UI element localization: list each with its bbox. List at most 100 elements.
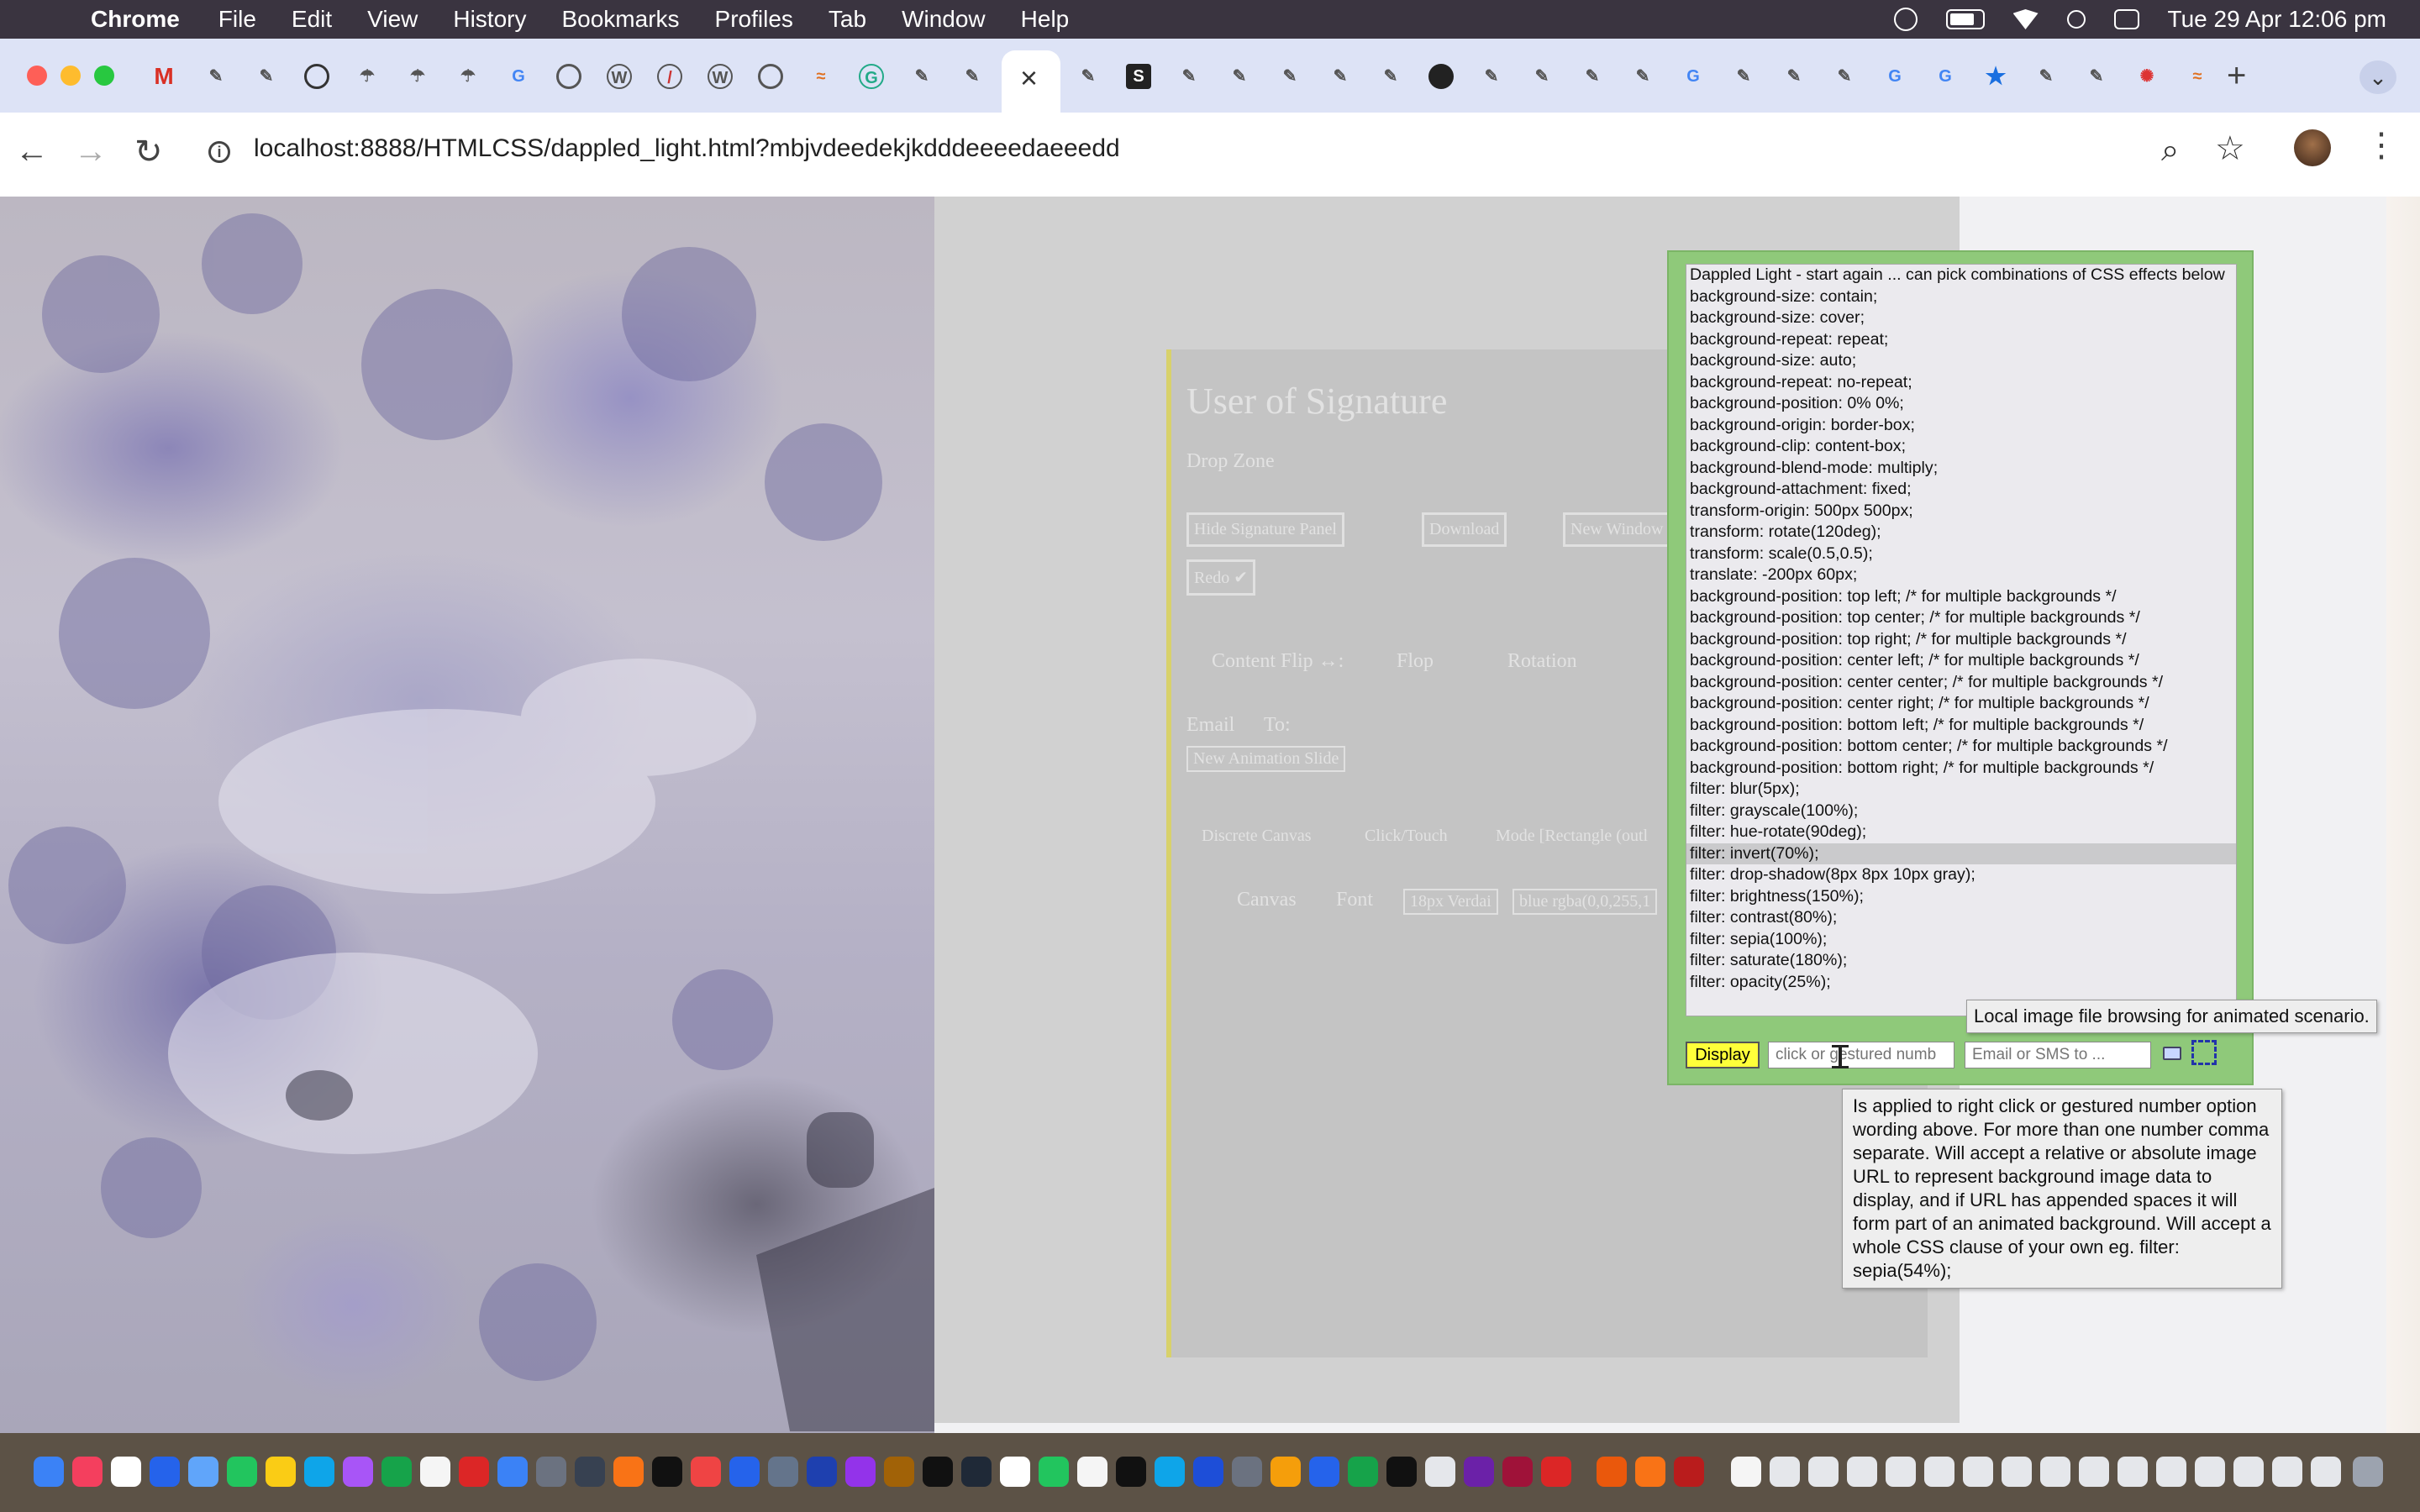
tab-favicon-icon[interactable]: ✎	[2084, 64, 2109, 89]
css-effects-select-list[interactable]: Dappled Light - start again ... can pick…	[1686, 264, 2237, 1016]
window-thumbnail-icon[interactable]	[2040, 1457, 2070, 1487]
facetime-icon[interactable]	[381, 1457, 412, 1487]
mail-icon[interactable]	[188, 1457, 218, 1487]
safari-icon[interactable]	[150, 1457, 180, 1487]
terminal-icon[interactable]	[923, 1457, 953, 1487]
tab-favicon-icon[interactable]: ✎	[1176, 64, 1202, 89]
effect-option[interactable]: background-position: bottom right; /* fo…	[1686, 758, 2236, 780]
effect-option[interactable]: filter: hue-rotate(90deg);	[1686, 822, 2236, 843]
calendar-icon[interactable]	[1000, 1457, 1030, 1487]
wikipedia-tab-icon[interactable]: W	[607, 64, 632, 89]
effect-option[interactable]: background-origin: border-box;	[1686, 415, 2236, 437]
tab-favicon-icon[interactable]: ≈	[2185, 64, 2210, 89]
app-icon[interactable]	[1386, 1457, 1417, 1487]
effect-option[interactable]: transform: scale(0.5,0.5);	[1686, 543, 2236, 565]
tab-favicon-icon[interactable]: ✎	[960, 64, 985, 89]
tab-favicon-icon[interactable]: /	[657, 64, 682, 89]
trash-icon[interactable]	[2353, 1457, 2383, 1487]
tab-favicon-icon[interactable]: ✎	[1076, 64, 1101, 89]
effect-option[interactable]: filter: saturate(180%);	[1686, 950, 2236, 972]
effect-option[interactable]: background-size: auto;	[1686, 350, 2236, 372]
wordpress-tab-icon[interactable]	[304, 64, 329, 89]
effect-option[interactable]: background-position: center left; /* for…	[1686, 650, 2236, 672]
menu-profiles[interactable]: Profiles	[715, 6, 793, 33]
tab-favicon-icon[interactable]: ✎	[909, 64, 934, 89]
tab-favicon-icon[interactable]: ✎	[203, 64, 229, 89]
app-icon[interactable]	[1674, 1457, 1704, 1487]
effect-option[interactable]: background-blend-mode: multiply;	[1686, 458, 2236, 480]
opera-icon[interactable]	[1541, 1457, 1571, 1487]
menu-file[interactable]: File	[218, 6, 256, 33]
new-tab-button[interactable]: +	[2227, 57, 2246, 95]
window-thumbnail-icon[interactable]	[1847, 1457, 1877, 1487]
effect-option[interactable]: background-size: contain;	[1686, 286, 2236, 308]
reload-icon[interactable]: ↻	[134, 133, 163, 171]
document-icon[interactable]	[1077, 1457, 1107, 1487]
app-icon[interactable]	[1193, 1457, 1223, 1487]
menu-bookmarks[interactable]: Bookmarks	[561, 6, 679, 33]
notes-icon[interactable]	[266, 1457, 296, 1487]
bookmark-star-icon[interactable]: ☆	[2215, 129, 2245, 168]
effect-option[interactable]: background-repeat: no-repeat;	[1686, 372, 2236, 394]
google-tab-icon[interactable]: G	[1681, 64, 1706, 89]
zoom-window-button[interactable]	[94, 66, 114, 86]
effect-option[interactable]: filter: blur(5px);	[1686, 779, 2236, 801]
app-icon[interactable]	[1232, 1457, 1262, 1487]
battery-icon[interactable]	[1945, 9, 1985, 29]
finder-icon[interactable]	[34, 1457, 64, 1487]
effect-option[interactable]: background-attachment: fixed;	[1686, 479, 2236, 501]
menu-tab[interactable]: Tab	[829, 6, 866, 33]
utility-icon[interactable]	[575, 1457, 605, 1487]
tab-favicon-icon[interactable]: ✺	[2134, 64, 2160, 89]
email-or-sms-input[interactable]	[1965, 1042, 2151, 1068]
app-icon[interactable]	[884, 1457, 914, 1487]
app-icon[interactable]	[1270, 1457, 1301, 1487]
music-icon[interactable]	[72, 1457, 103, 1487]
window-thumbnail-icon[interactable]	[1924, 1457, 1954, 1487]
effect-option[interactable]: background-position: top right; /* for m…	[1686, 629, 2236, 651]
selection-area-icon[interactable]	[2191, 1040, 2217, 1065]
effect-option[interactable]: background-position: top left; /* for mu…	[1686, 586, 2236, 608]
effect-option[interactable]: filter: brightness(150%);	[1686, 886, 2236, 908]
active-tab[interactable]: ×	[1002, 50, 1060, 113]
wikipedia-tab-icon[interactable]: W	[708, 64, 733, 89]
app-icon[interactable]	[1502, 1457, 1533, 1487]
tab-favicon-icon[interactable]: ✎	[1529, 64, 1555, 89]
effect-option[interactable]: filter: grayscale(100%);	[1686, 801, 2236, 822]
effect-option[interactable]: translate: -200px 60px;	[1686, 564, 2236, 586]
display-button[interactable]: Display	[1686, 1042, 1760, 1068]
media-play-icon[interactable]	[1893, 8, 1918, 31]
forward-arrow-icon[interactable]: →	[74, 133, 108, 171]
effect-option[interactable]: Dappled Light - start again ... can pick…	[1686, 265, 2236, 286]
filezilla-icon[interactable]	[459, 1457, 489, 1487]
google-tab-icon[interactable]: G	[1882, 64, 1907, 89]
books-icon[interactable]	[1597, 1457, 1627, 1487]
window-thumbnail-icon[interactable]	[1886, 1457, 1916, 1487]
app-icon[interactable]	[1155, 1457, 1185, 1487]
window-thumbnail-icon[interactable]	[1770, 1457, 1800, 1487]
app-icon[interactable]	[729, 1457, 760, 1487]
tab-favicon-icon[interactable]: ✎	[2033, 64, 2059, 89]
address-bar[interactable]: localhost:8888/HTMLCSS/dappled_light.htm…	[254, 134, 1120, 163]
menu-history[interactable]: History	[453, 6, 526, 33]
gmail-tab-icon[interactable]: M	[151, 64, 176, 89]
star-tab-icon[interactable]: ★	[1983, 64, 2008, 89]
effect-option[interactable]: background-position: bottom left; /* for…	[1686, 715, 2236, 737]
close-tab-icon[interactable]: ×	[1020, 60, 1038, 96]
calculator-icon[interactable]	[536, 1457, 566, 1487]
spotlight-search-icon[interactable]	[2066, 10, 2086, 29]
menu-window[interactable]: Window	[902, 6, 986, 33]
effect-option[interactable]: transform: rotate(120deg);	[1686, 522, 2236, 543]
maps-icon[interactable]	[304, 1457, 334, 1487]
tab-favicon-icon[interactable]: ✎	[254, 64, 279, 89]
tab-favicon-icon[interactable]	[556, 64, 581, 89]
close-window-button[interactable]	[27, 66, 47, 86]
tab-favicon-icon[interactable]: ✎	[1580, 64, 1605, 89]
effect-option[interactable]: background-position: center right; /* fo…	[1686, 693, 2236, 715]
minimize-window-button[interactable]	[60, 66, 81, 86]
google-tab-icon[interactable]: G	[1933, 64, 1958, 89]
zoom-out-icon[interactable]: ⌕	[2161, 133, 2179, 169]
podcasts-icon[interactable]	[845, 1457, 876, 1487]
tab-favicon-icon[interactable]: ✎	[1227, 64, 1252, 89]
terminal-icon[interactable]	[961, 1457, 992, 1487]
